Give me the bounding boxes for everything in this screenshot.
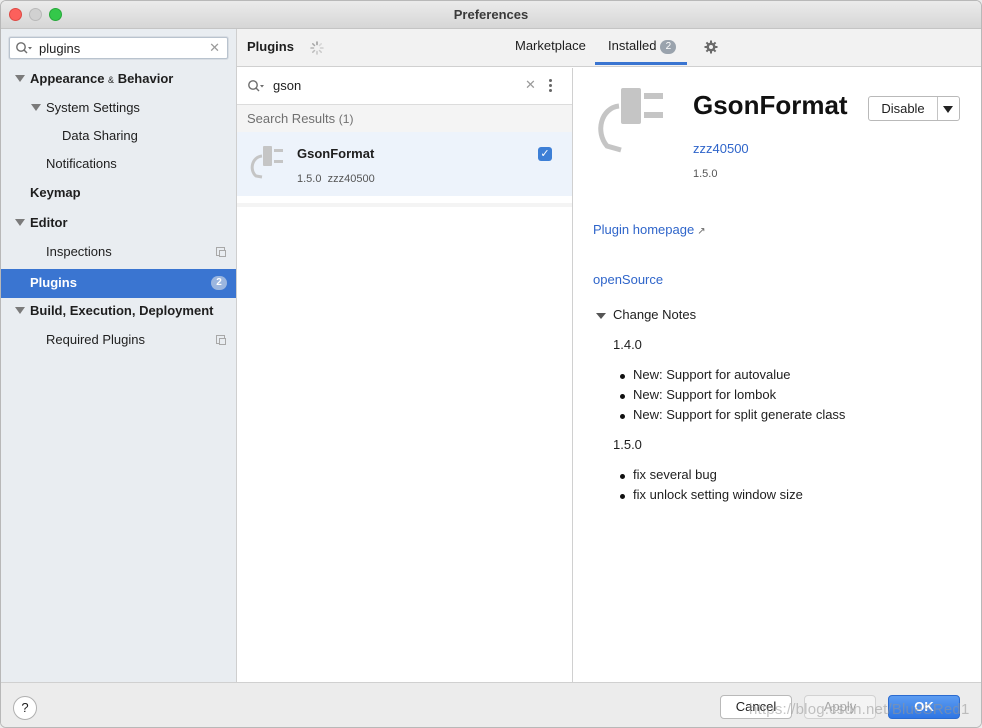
clear-search-icon[interactable]: ✕ — [525, 77, 536, 93]
tab-installed-label: Installed — [608, 38, 657, 53]
plugin-detail-version: 1.5.0 — [693, 168, 718, 180]
sidebar-item-label: Inspections — [46, 244, 112, 259]
expand-arrow-icon[interactable] — [31, 104, 41, 111]
sidebar-item-required-plugins[interactable]: Required Plugins — [1, 327, 236, 353]
sidebar-item-label: Plugins — [30, 275, 77, 290]
plugins-header: Plugins Marketplace Installed 2 — [237, 29, 981, 67]
expand-arrow-icon[interactable] — [15, 75, 25, 82]
sidebar-item-label: Appearance & Behavior — [30, 71, 174, 86]
sidebar-item-editor[interactable]: Editor — [1, 210, 236, 236]
change-version-heading: 1.4.0 — [613, 337, 642, 352]
sidebar-item-label: Notifications — [46, 156, 117, 171]
clear-search-icon[interactable]: ✕ — [209, 40, 220, 56]
watermark-text: https://blog.csdn.net/BlueSRed1 — [749, 701, 970, 718]
change-note-item: New: Support for split generate class — [619, 407, 845, 422]
results-count: (1) — [338, 112, 354, 126]
sidebar-item-build-execution-deployment[interactable]: Build, Execution, Deployment — [1, 298, 236, 324]
page-title: Plugins — [247, 39, 294, 54]
sidebar-item-label: Required Plugins — [46, 332, 146, 347]
opensource-link[interactable]: openSource — [593, 272, 663, 287]
loading-spinner-icon — [310, 41, 324, 55]
search-icon — [247, 79, 265, 96]
split-divider — [937, 97, 938, 120]
project-scope-icon — [216, 247, 226, 257]
change-note-item: New: Support for lombok — [619, 387, 776, 402]
gear-icon[interactable] — [704, 40, 718, 57]
results-label: Search Results — [247, 111, 336, 126]
settings-search-value: plugins — [39, 41, 81, 56]
expand-arrow-icon[interactable] — [15, 307, 25, 314]
title-bar: Preferences — [1, 1, 981, 29]
sidebar-item-data-sharing[interactable]: Data Sharing — [1, 123, 236, 149]
sidebar-item-keymap[interactable]: Keymap — [1, 180, 236, 206]
plugin-list-pane: gson ✕ Search Results (1) GsonFormat 1.5… — [237, 68, 573, 682]
sidebar-item-label: Data Sharing — [62, 128, 138, 143]
sidebar-item-notifications[interactable]: Notifications — [1, 151, 236, 177]
tab-marketplace[interactable]: Marketplace — [515, 38, 586, 53]
change-note-item: New: Support for autovalue — [620, 367, 791, 382]
list-divider — [237, 203, 572, 207]
sidebar-item-plugins[interactable]: Plugins 2 — [1, 269, 236, 298]
more-options-icon[interactable] — [549, 79, 552, 94]
settings-sidebar: plugins ✕ Appearance & Behavior System S… — [1, 29, 237, 682]
tab-installed[interactable]: Installed 2 — [608, 38, 677, 54]
sidebar-item-appearance-behavior[interactable]: Appearance & Behavior — [1, 66, 236, 92]
sidebar-item-label: Keymap — [30, 185, 81, 200]
external-link-icon: ↗ — [697, 226, 706, 237]
plugins-update-badge: 2 — [211, 276, 227, 290]
project-scope-icon — [216, 335, 226, 345]
expand-arrow-icon[interactable] — [15, 219, 25, 226]
plugin-version: 1.5.0 — [297, 173, 322, 185]
search-results-header: Search Results (1) — [237, 105, 572, 132]
plugin-vendor: zzz40500 — [327, 173, 375, 185]
disable-button[interactable]: Disable — [868, 96, 960, 121]
plugin-list-item[interactable]: GsonFormat 1.5.0 zzz40500 ✓ — [237, 132, 572, 196]
plugin-detail-pane: GsonFormat zzz40500 1.5.0 Disable Plugin… — [573, 68, 981, 682]
installed-count-badge: 2 — [660, 40, 677, 54]
collapse-arrow-icon[interactable] — [596, 313, 606, 319]
sidebar-item-label: Build, Execution, Deployment — [30, 303, 214, 318]
plugin-large-icon — [595, 86, 671, 161]
plugin-search-input[interactable]: gson ✕ — [237, 68, 572, 105]
plugin-homepage-label: Plugin homepage — [593, 222, 695, 237]
disable-button-label: Disable — [881, 101, 925, 116]
change-note-item: fix several bug — [620, 467, 717, 482]
chevron-down-icon[interactable] — [943, 106, 953, 113]
sidebar-item-label: System Settings — [46, 100, 140, 115]
change-note-item: fix unlock setting window size — [620, 487, 803, 502]
plugin-icon — [248, 144, 288, 187]
active-tab-indicator — [595, 62, 687, 65]
change-notes-title[interactable]: Change Notes — [613, 307, 696, 322]
plugin-search-value: gson — [273, 78, 302, 93]
change-version-heading: 1.5.0 — [613, 437, 642, 452]
plugin-detail-name: GsonFormat — [693, 90, 848, 120]
preferences-window: Preferences plugins ✕ Appearance & Behav… — [0, 0, 982, 728]
sidebar-item-system-settings[interactable]: System Settings — [1, 95, 236, 121]
sidebar-item-label: Editor — [30, 215, 68, 230]
plugin-vendor-link[interactable]: zzz40500 — [693, 141, 749, 156]
help-button[interactable]: ? — [13, 696, 37, 720]
plugin-name: GsonFormat — [297, 146, 375, 161]
plugin-homepage-link[interactable]: Plugin homepage ↗ — [593, 222, 706, 237]
search-icon — [15, 41, 33, 58]
plugin-meta: 1.5.0 zzz40500 — [297, 173, 375, 185]
plugin-enabled-checkbox[interactable]: ✓ — [538, 147, 552, 161]
window-title: Preferences — [453, 7, 529, 22]
sidebar-item-inspections[interactable]: Inspections — [1, 239, 236, 265]
settings-search-input[interactable]: plugins ✕ — [9, 37, 228, 59]
